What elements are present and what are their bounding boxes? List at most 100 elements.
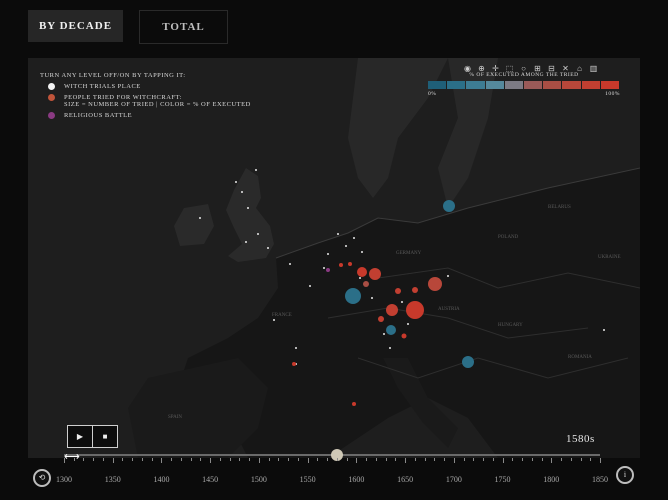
- timeline-minor-tick: [327, 458, 329, 461]
- timeline-label: 1550: [299, 475, 316, 484]
- timeline-minor-tick: [395, 458, 397, 461]
- trial-bubble: [363, 281, 369, 287]
- place-dot: [353, 237, 355, 239]
- timeline-minor-tick: [141, 458, 143, 461]
- timeline-label: 1500: [250, 475, 267, 484]
- place-dot: [345, 245, 347, 247]
- trial-bubble: [395, 288, 401, 294]
- tab-by-decade[interactable]: BY DECADE: [28, 10, 123, 42]
- timeline-tick: [551, 458, 553, 463]
- trial-bubble: [348, 262, 352, 266]
- timeline-tick: [502, 458, 504, 463]
- map-label-romania: ROMANIA: [568, 355, 592, 360]
- legend: TURN ANY LEVEL OFF/ON BY TAPPING IT: WIT…: [40, 72, 251, 119]
- trial-bubble: [386, 304, 398, 316]
- legend-item-battle[interactable]: RELIGIOUS BATTLE: [40, 112, 251, 119]
- map-label-germany: GERMANY: [396, 251, 422, 256]
- place-dot: [323, 267, 325, 269]
- timeline-minor-tick: [122, 458, 124, 461]
- trial-bubble: [352, 402, 356, 406]
- timeline-label: 1400: [153, 475, 170, 484]
- timeline-label: 1700: [445, 475, 462, 484]
- trial-bubble: [412, 287, 418, 293]
- timeline-minor-tick: [473, 458, 475, 461]
- trial-bubble: [339, 263, 343, 267]
- place-dot: [295, 347, 297, 349]
- timeline-minor-tick: [385, 458, 387, 461]
- trial-bubble: [292, 362, 296, 366]
- place-dot: [401, 301, 403, 303]
- map-label-belarus: BELARUS: [548, 205, 571, 210]
- timeline-minor-tick: [541, 458, 543, 461]
- timeline-minor-tick: [483, 458, 485, 461]
- legend-label: WITCH TRIALS PLACE: [64, 83, 141, 90]
- timeline-label: 1750: [494, 475, 511, 484]
- scale-bar: [428, 81, 620, 89]
- tab-total[interactable]: TOTAL: [139, 10, 228, 44]
- place-dot: [267, 247, 269, 249]
- scale-min-label: 0%: [428, 91, 437, 97]
- place-dot: [327, 253, 329, 255]
- timeline-label: 1450: [202, 475, 219, 484]
- timeline-minor-tick: [249, 458, 251, 461]
- timeline-minor-tick: [414, 458, 416, 461]
- legend-item-tried[interactable]: PEOPLE TRIED FOR WITCHCRAFT: SIZE = NUMB…: [40, 94, 251, 108]
- place-dot: [447, 275, 449, 277]
- timeline-minor-tick: [200, 458, 202, 461]
- battle-marker: [326, 268, 330, 272]
- timeline-minor-tick: [132, 458, 134, 461]
- play-button[interactable]: ▶: [67, 425, 93, 448]
- timeline-minor-tick: [492, 458, 494, 461]
- place-dot: [359, 277, 361, 279]
- timeline-minor-tick: [317, 458, 319, 461]
- legend-item-places[interactable]: WITCH TRIALS PLACE: [40, 83, 251, 90]
- place-dot: [389, 347, 391, 349]
- trial-bubble: [345, 288, 361, 304]
- timeline-tick: [112, 458, 114, 463]
- legend-label: PEOPLE TRIED FOR WITCHCRAFT: SIZE = NUMB…: [64, 94, 251, 108]
- timeline-minor-tick: [444, 458, 446, 461]
- place-dot: [247, 207, 249, 209]
- reset-icon[interactable]: ⟲: [33, 469, 51, 487]
- trial-bubble: [386, 325, 396, 335]
- scale-max-label: 100%: [605, 91, 620, 97]
- place-dot: [309, 285, 311, 287]
- timeline-minor-tick: [151, 458, 153, 461]
- timeline-minor-tick: [229, 458, 231, 461]
- stop-button[interactable]: ■: [92, 425, 118, 448]
- legend-label: RELIGIOUS BATTLE: [64, 112, 133, 119]
- map-label-hungary: HUNGARY: [498, 323, 523, 328]
- timeline-minor-tick: [512, 458, 514, 461]
- legend-title: TURN ANY LEVEL OFF/ON BY TAPPING IT:: [40, 72, 186, 79]
- timeline-minor-tick: [424, 458, 426, 461]
- place-dot: [273, 319, 275, 321]
- timeline-minor-tick: [83, 458, 85, 461]
- trial-bubble: [406, 301, 424, 319]
- timeline-minor-tick: [297, 458, 299, 461]
- timeline-minor-tick: [180, 458, 182, 461]
- timeline-tick: [453, 458, 455, 463]
- timeline-minor-tick: [522, 458, 524, 461]
- timeline-minor-tick: [73, 458, 75, 461]
- timeline-minor-tick: [93, 458, 95, 461]
- timeline-label: 1850: [592, 475, 608, 484]
- timeline-minor-tick: [580, 458, 582, 461]
- info-icon[interactable]: i: [616, 466, 634, 484]
- timeline-minor-tick: [239, 458, 241, 461]
- range-arrows-icon[interactable]: ⟷: [64, 450, 80, 463]
- scale-title: % OF EXECUTED AMONG THE TRIED: [469, 72, 579, 78]
- timeline-minor-tick: [346, 458, 348, 461]
- timeline-minor-tick: [288, 458, 290, 461]
- trial-bubble: [357, 267, 367, 277]
- timeline-label: 1600: [348, 475, 365, 484]
- color-scale: % OF EXECUTED AMONG THE TRIED 0% 100%: [428, 72, 620, 97]
- place-dot: [337, 233, 339, 235]
- timeline-minor-tick: [336, 458, 338, 461]
- map[interactable]: GERMANY FRANCE POLAND ROMANIA HUNGARY AU…: [28, 58, 640, 458]
- timeline-label: 1300: [56, 475, 72, 484]
- place-dot: [407, 323, 409, 325]
- timeline-minor-tick: [590, 458, 592, 461]
- map-label-france: FRANCE: [272, 313, 292, 318]
- place-dot: [603, 329, 605, 331]
- trial-bubble: [401, 333, 407, 339]
